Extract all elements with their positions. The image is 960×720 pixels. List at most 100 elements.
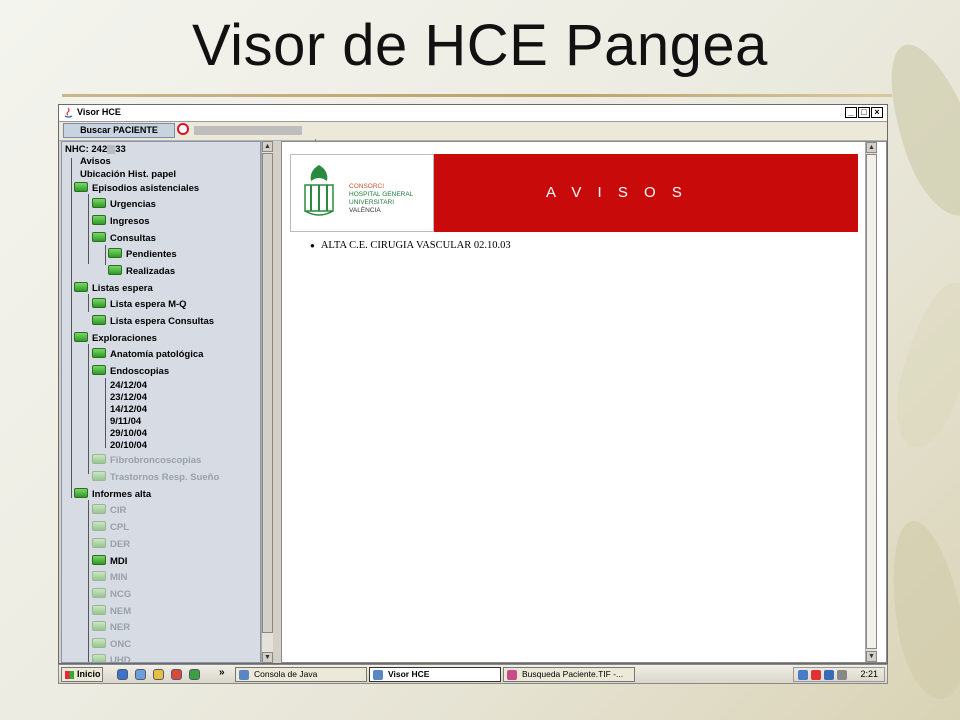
tree-item-ncg[interactable]: NCG (92, 587, 131, 603)
folder-icon (92, 215, 106, 226)
tree-item-date[interactable]: 24/12/04 (110, 380, 147, 392)
tree-item-nem[interactable]: NEM (92, 604, 131, 620)
folder-icon (108, 248, 122, 259)
system-tray: 2:21 (793, 667, 885, 682)
content-panel: CONSORCI HOSPITAL GENERAL UNIVERSITARI V… (281, 141, 887, 663)
java-icon (373, 670, 383, 680)
maximize-button[interactable]: □ (858, 107, 870, 118)
tree-item-endoscopias[interactable]: Endoscopias (92, 364, 169, 380)
task-busqueda-paciente[interactable]: Busqueda Paciente.TIF -... (503, 667, 635, 682)
tree-item-der[interactable]: DER (92, 537, 130, 553)
tree-item-ingresos[interactable]: Ingresos (92, 214, 150, 230)
tree-item-ner[interactable]: NER (92, 620, 130, 636)
hospital-emblem-icon (304, 165, 334, 216)
close-button[interactable]: × (871, 107, 883, 118)
java-icon (64, 107, 73, 118)
chevron-icon[interactable]: » (219, 667, 225, 678)
shield-icon[interactable] (824, 670, 834, 680)
folder-icon (92, 538, 106, 549)
task-consola-java[interactable]: Consola de Java (235, 667, 367, 682)
navigation-tree: NHC: 242 33 Avisos Ubicación Hist. papel … (61, 141, 261, 663)
app-icon[interactable] (189, 669, 200, 680)
visor-window: Visor HCE _ □ × Buscar PACIENTE NHC: 242… (58, 104, 888, 664)
close-patient-icon[interactable] (177, 123, 189, 135)
clock[interactable]: 2:21 (860, 669, 878, 679)
desktop-icon[interactable] (135, 669, 146, 680)
patient-name-redacted (194, 126, 302, 135)
tree-item-lista-mq[interactable]: Lista espera M-Q (92, 297, 187, 313)
folder-icon (92, 588, 106, 599)
aviso-list-item[interactable]: ● ALTA C.E. CIRUGIA VASCULAR 02.10.03 (310, 240, 511, 251)
folder-icon (92, 504, 106, 515)
hospital-logo: CONSORCI HOSPITAL GENERAL UNIVERSITARI V… (290, 154, 434, 232)
window-titlebar[interactable]: Visor HCE _ □ × (59, 105, 887, 122)
scroll-up-arrow-icon[interactable]: ▲ (262, 141, 273, 152)
app-icon[interactable] (171, 669, 182, 680)
folder-icon (74, 182, 88, 193)
tree-item-mdi[interactable]: MDI (92, 554, 127, 570)
folder-icon (74, 332, 88, 343)
tree-item-date[interactable]: 14/12/04 (110, 404, 147, 416)
title-rule (62, 94, 892, 97)
folder-icon (92, 365, 106, 376)
tree-item-pendientes[interactable]: Pendientes (108, 247, 177, 263)
folder-icon (92, 571, 106, 582)
tree-item-date[interactable]: 29/10/04 (110, 428, 147, 440)
scroll-down-arrow-icon[interactable]: ▼ (262, 652, 273, 663)
decorative-leaf (884, 275, 960, 455)
tree-item-episodios[interactable]: Episodios asistenciales (74, 181, 199, 197)
scroll-up-arrow-icon[interactable]: ▲ (866, 142, 877, 153)
tree-item-cir[interactable]: CIR (92, 503, 126, 519)
folder-icon (92, 621, 106, 632)
folder-icon (108, 265, 122, 276)
avisos-banner: CONSORCI HOSPITAL GENERAL UNIVERSITARI V… (290, 154, 858, 232)
tree-item-cpl[interactable]: CPL (92, 520, 129, 536)
tree-item-realizadas[interactable]: Realizadas (108, 264, 175, 280)
buscar-paciente-tab[interactable]: Buscar PACIENTE (63, 123, 175, 138)
security-icon[interactable] (811, 670, 821, 680)
tree-item-onc[interactable]: ONC (92, 637, 131, 653)
minimize-button[interactable]: _ (845, 107, 857, 118)
folder-icon (92, 315, 106, 326)
scroll-thumb[interactable] (262, 153, 273, 633)
tree-item-min[interactable]: MIN (92, 570, 127, 586)
tree-item-date[interactable]: 9/11/04 (110, 416, 141, 428)
logo-text: CONSORCI HOSPITAL GENERAL UNIVERSITARI V… (349, 183, 414, 214)
tree-scrollbar[interactable]: ▲ ▼ (261, 141, 273, 663)
network-icon[interactable] (798, 670, 808, 680)
tree-line (88, 194, 89, 264)
tree-item-uhd[interactable]: UHD (92, 653, 131, 662)
tree-item-informes-alta[interactable]: Informes alta (74, 487, 151, 503)
tree-item-fibrobroncoscopias[interactable]: Fibrobroncoscopias (92, 453, 201, 469)
nhc-suffix: 33 (115, 144, 126, 155)
windows-taskbar: Inicio » Consola de Java Visor HCE Busqu… (58, 664, 888, 684)
content-scrollbar[interactable]: ▲ ▼ (865, 142, 877, 662)
tree-item-date[interactable]: 20/10/04 (110, 440, 147, 452)
folder-icon (92, 654, 106, 662)
tree-item-trastornos[interactable]: Trastornos Resp. Sueño (92, 470, 219, 486)
tree-item-consultas[interactable]: Consultas (92, 231, 156, 247)
window-title: Visor HCE (77, 107, 121, 117)
tree-item-lista-consultas[interactable]: Lista espera Consultas (92, 314, 214, 330)
tree-item-date[interactable]: 23/12/04 (110, 392, 147, 404)
slide-title: Visor de HCE Pangea (192, 13, 768, 78)
folder-icon (92, 298, 106, 309)
folder-icon (92, 232, 106, 243)
folder-icon (92, 555, 106, 566)
tree-item-anatomia[interactable]: Anatomía patológica (92, 347, 203, 363)
tree-line (105, 245, 106, 265)
decorative-leaf (879, 515, 960, 705)
outlook-icon[interactable] (153, 669, 164, 680)
scroll-track[interactable] (866, 154, 877, 649)
tree-item-listas-espera[interactable]: Listas espera (74, 281, 153, 297)
tree-item-urgencias[interactable]: Urgencias (92, 197, 156, 213)
folder-icon (74, 282, 88, 293)
tree-line (88, 500, 89, 662)
task-visor-hce[interactable]: Visor HCE (369, 667, 501, 682)
tree-item-exploraciones[interactable]: Exploraciones (74, 331, 157, 347)
start-button[interactable]: Inicio (61, 667, 103, 682)
avisos-title: A V I S O S (546, 184, 688, 201)
ie-icon[interactable] (117, 669, 128, 680)
volume-icon[interactable] (837, 670, 847, 680)
scroll-down-arrow-icon[interactable]: ▼ (866, 651, 877, 662)
